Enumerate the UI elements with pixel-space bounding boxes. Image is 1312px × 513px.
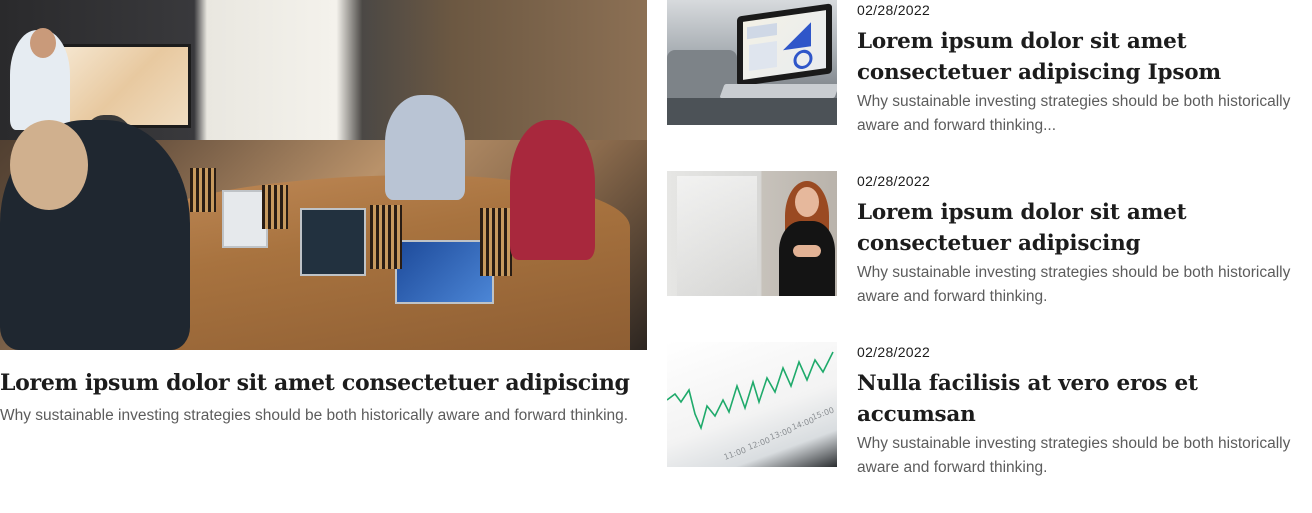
analytics-display	[743, 10, 826, 80]
card-thumbnail[interactable]	[667, 0, 837, 125]
desk	[667, 98, 837, 125]
chart-tick-label: 11:00	[723, 446, 748, 462]
featured-article[interactable]: Lorem ipsum dolor sit amet consectetuer …	[0, 0, 648, 428]
card-description: Why sustainable investing strategies sho…	[857, 435, 1291, 476]
card-title[interactable]: Lorem ipsum dolor sit amet consectetuer …	[857, 197, 1297, 259]
presenter-body	[779, 221, 835, 296]
chart-tick-label: 13:00	[769, 426, 794, 442]
presenter-head	[30, 28, 56, 58]
card-title[interactable]: Lorem ipsum dolor sit amet consectetuer …	[857, 26, 1297, 88]
card-body: 02/28/2022 Lorem ipsum dolor sit amet co…	[857, 0, 1297, 138]
chart-tick-label: 12:00	[747, 436, 772, 452]
card-body: 02/28/2022 Lorem ipsum dolor sit amet co…	[857, 171, 1297, 309]
card-thumbnail[interactable]	[667, 171, 837, 296]
laptop	[300, 208, 366, 276]
card-title[interactable]: Nulla facilisis at vero eros et accumsan	[857, 368, 1297, 430]
attendee	[510, 120, 595, 260]
featured-description: Why sustainable investing strategies sho…	[0, 407, 629, 424]
card-body: 02/28/2022 Nulla facilisis at vero eros …	[857, 342, 1297, 480]
gift-bag	[190, 168, 216, 212]
card-description: Why sustainable investing strategies sho…	[857, 93, 1291, 134]
featured-title[interactable]: Lorem ipsum dolor sit amet consectetuer …	[0, 368, 648, 398]
article-card[interactable]: 02/28/2022 Lorem ipsum dolor sit amet co…	[667, 0, 1307, 134]
analytics-graphic	[747, 22, 813, 71]
chart-tick-label: 15:00	[811, 406, 836, 422]
gift-bag	[370, 205, 402, 269]
glass-wall	[677, 176, 757, 296]
attendee	[385, 95, 465, 200]
stock-chart-graphic: 11:00 12:00 13:00 14:00 15:00	[667, 351, 836, 462]
laptop-base	[719, 84, 837, 98]
laptop-screen	[737, 3, 832, 87]
gift-bag	[480, 208, 512, 276]
presenter-face	[795, 187, 819, 217]
card-thumbnail[interactable]: 11:00 12:00 13:00 14:00 15:00	[667, 342, 837, 467]
gift-bag	[262, 185, 288, 229]
card-date: 02/28/2022	[857, 173, 931, 189]
article-card[interactable]: 11:00 12:00 13:00 14:00 15:00 02/28/2022…	[667, 342, 1307, 476]
presentation-screen	[60, 44, 191, 128]
attendee-head	[10, 120, 88, 210]
presenter-hands	[793, 245, 821, 257]
featured-image[interactable]	[0, 0, 647, 350]
card-description: Why sustainable investing strategies sho…	[857, 264, 1291, 305]
card-date: 02/28/2022	[857, 2, 931, 18]
card-date: 02/28/2022	[857, 344, 931, 360]
article-card[interactable]: 02/28/2022 Lorem ipsum dolor sit amet co…	[667, 171, 1307, 305]
